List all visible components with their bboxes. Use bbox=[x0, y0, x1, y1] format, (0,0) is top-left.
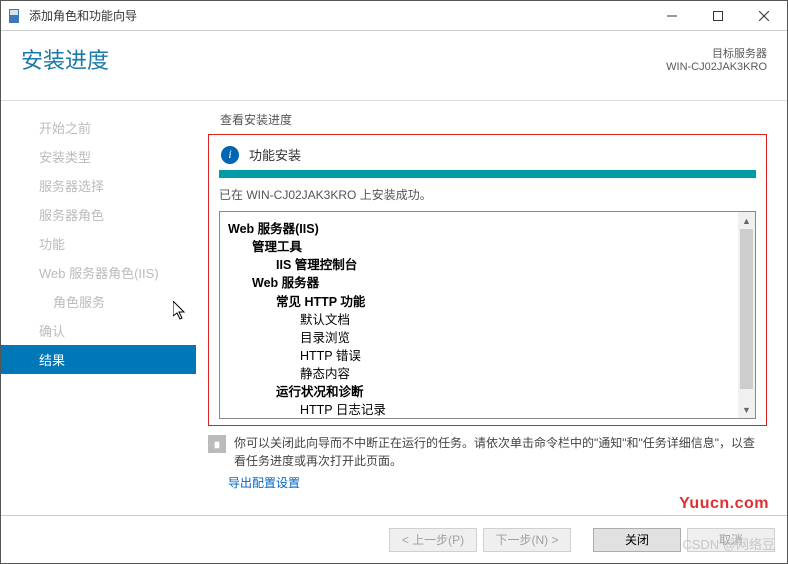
scroll-track[interactable] bbox=[738, 229, 755, 401]
feature-item: 管理工具 bbox=[228, 238, 730, 256]
next-button: 下一步(N) > bbox=[483, 528, 571, 552]
server-label: 目标服务器 bbox=[666, 45, 767, 61]
sidebar-step-1: 安装类型 bbox=[1, 142, 196, 171]
sidebar-step-8: 结果 bbox=[1, 345, 196, 374]
feature-list: Web 服务器(IIS)管理工具IIS 管理控制台Web 服务器常见 HTTP … bbox=[220, 212, 738, 418]
sidebar-step-4: 功能 bbox=[1, 229, 196, 258]
feature-item: 目录浏览 bbox=[228, 329, 730, 347]
sidebar-step-0: 开始之前 bbox=[1, 113, 196, 142]
sidebar-step-6: 角色服务 bbox=[1, 287, 196, 316]
previous-button: < 上一步(P) bbox=[389, 528, 477, 552]
scroll-up-icon[interactable]: ▲ bbox=[738, 212, 755, 229]
info-row: i 功能安装 bbox=[219, 145, 756, 164]
feature-item: IIS 管理控制台 bbox=[228, 256, 730, 274]
titlebar: 添加角色和功能向导 bbox=[1, 1, 787, 31]
flag-icon: ∎ bbox=[208, 435, 226, 453]
watermark-author: CSDN @网络豆 bbox=[682, 534, 775, 553]
feature-item: HTTP 错误 bbox=[228, 347, 730, 365]
feature-item: Web 服务器(IIS) bbox=[228, 220, 730, 238]
window-title: 添加角色和功能向导 bbox=[29, 7, 649, 24]
maximize-button[interactable] bbox=[695, 1, 741, 31]
sidebar: 开始之前安装类型服务器选择服务器角色功能Web 服务器角色(IIS)角色服务确认… bbox=[1, 101, 196, 515]
section-label: 查看安装进度 bbox=[220, 111, 767, 128]
sidebar-step-5: Web 服务器角色(IIS) bbox=[1, 258, 196, 287]
app-icon bbox=[7, 8, 23, 24]
feature-item: 默认文档 bbox=[228, 311, 730, 329]
close-button[interactable] bbox=[741, 1, 787, 31]
scroll-thumb[interactable] bbox=[740, 229, 753, 389]
scroll-down-icon[interactable]: ▼ bbox=[738, 401, 755, 418]
target-server-info: 目标服务器 WIN-CJ02JAK3KRO bbox=[666, 41, 767, 100]
page-title: 安装进度 bbox=[21, 41, 109, 100]
feature-item: HTTP 日志记录 bbox=[228, 401, 730, 418]
feature-item: 常见 HTTP 功能 bbox=[228, 293, 730, 311]
note-text: 你可以关闭此向导而不中断正在运行的任务。请依次单击命令栏中的"通知"和"任务详细… bbox=[234, 434, 767, 470]
highlight-box: i 功能安装 已在 WIN-CJ02JAK3KRO 上安装成功。 Web 服务器… bbox=[208, 134, 767, 426]
feature-list-box: Web 服务器(IIS)管理工具IIS 管理控制台Web 服务器常见 HTTP … bbox=[219, 211, 756, 419]
close-wizard-button[interactable]: 关闭 bbox=[593, 528, 681, 552]
info-icon: i bbox=[221, 146, 239, 164]
feature-item: 运行状况和诊断 bbox=[228, 383, 730, 401]
export-link[interactable]: 导出配置设置 bbox=[228, 474, 767, 491]
sidebar-step-3: 服务器角色 bbox=[1, 200, 196, 229]
sidebar-step-7: 确认 bbox=[1, 316, 196, 345]
note-row: ∎ 你可以关闭此向导而不中断正在运行的任务。请依次单击命令栏中的"通知"和"任务… bbox=[208, 434, 767, 470]
window-controls bbox=[649, 1, 787, 31]
server-name: WIN-CJ02JAK3KRO bbox=[666, 61, 767, 73]
header: 安装进度 目标服务器 WIN-CJ02JAK3KRO bbox=[1, 31, 787, 101]
sidebar-step-2: 服务器选择 bbox=[1, 171, 196, 200]
main-content: 查看安装进度 i 功能安装 已在 WIN-CJ02JAK3KRO 上安装成功。 … bbox=[196, 101, 787, 515]
minimize-button[interactable] bbox=[649, 1, 695, 31]
wizard-window: 添加角色和功能向导 安装进度 目标服务器 WIN-CJ02JAK3KRO 开始之… bbox=[0, 0, 788, 564]
info-text: 功能安装 bbox=[249, 145, 301, 164]
watermark-site: Yuucn.com bbox=[679, 495, 769, 513]
status-text: 已在 WIN-CJ02JAK3KRO 上安装成功。 bbox=[219, 186, 756, 203]
feature-item: Web 服务器 bbox=[228, 274, 730, 292]
footer: < 上一步(P) 下一步(N) > 关闭 取消 bbox=[1, 515, 787, 563]
feature-item: 静态内容 bbox=[228, 365, 730, 383]
progress-bar bbox=[219, 170, 756, 178]
body: 开始之前安装类型服务器选择服务器角色功能Web 服务器角色(IIS)角色服务确认… bbox=[1, 101, 787, 515]
scrollbar[interactable]: ▲ ▼ bbox=[738, 212, 755, 418]
